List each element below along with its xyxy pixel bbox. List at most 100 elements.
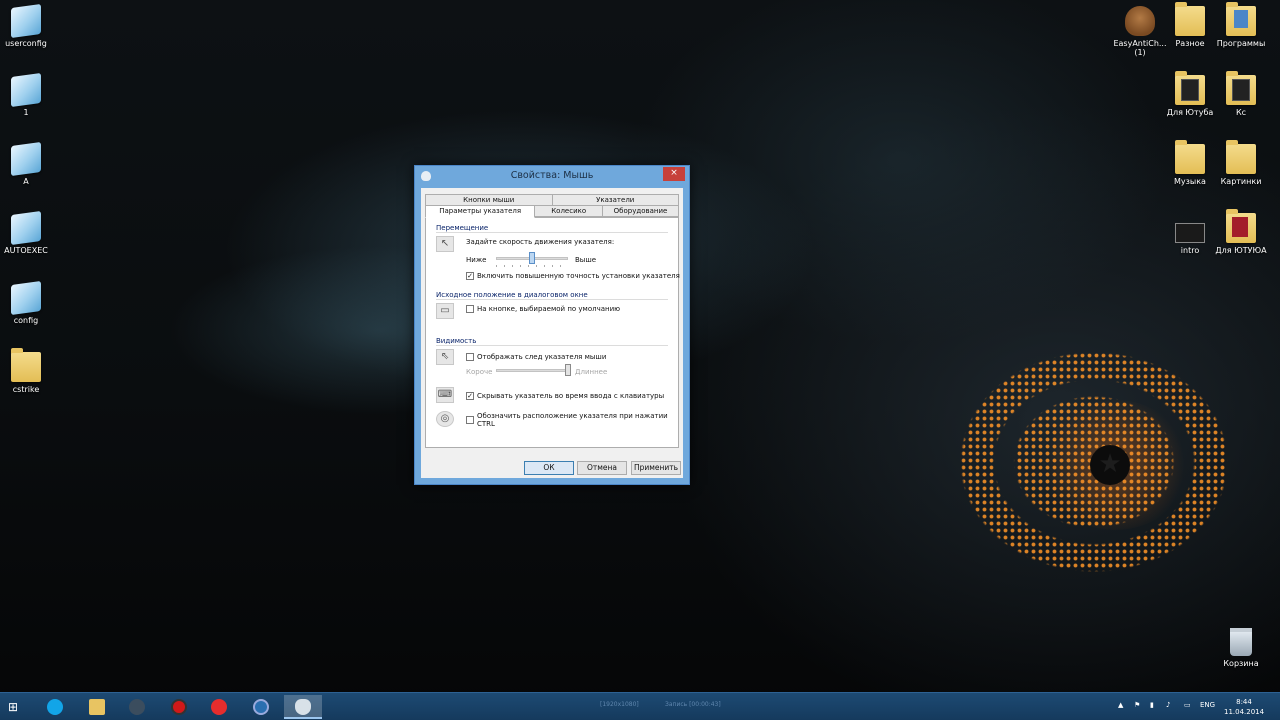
desktop-icon-autoexec[interactable]: AUTOEXEC (0, 210, 58, 255)
trail-length-track[interactable] (496, 369, 568, 372)
yandex-browser-taskbar-button[interactable] (200, 695, 238, 719)
ok-button[interactable]: ОК (524, 461, 574, 475)
desktop-icon-label: Программы (1216, 39, 1266, 48)
clock-time: 8:44 (1236, 698, 1252, 706)
desktop-icon-config[interactable]: config (0, 280, 58, 325)
show-location-ctrl-label-line1: Обозначить расположение указателя при на… (477, 412, 668, 420)
explorer-taskbar-button[interactable] (78, 695, 116, 719)
desktop-icon-kartinki[interactable]: Картинки (1209, 140, 1273, 186)
file-icon (11, 280, 41, 316)
close-button[interactable]: × (663, 167, 685, 181)
tab-row-front: Параметры указателя Колесико Оборудовани… (425, 205, 679, 218)
dialog-client-area: Кнопки мыши Указатели Параметры указател… (421, 188, 683, 478)
tab-page-pointer-options: Перемещение ↖ Задайте скорость движения … (425, 217, 680, 448)
divider (436, 345, 668, 346)
snap-to-default-checkbox[interactable] (466, 305, 474, 313)
tray-battery-icon[interactable]: ▭ (1184, 701, 1191, 709)
folder-icon (1226, 2, 1256, 36)
pointer-speed-slider-thumb[interactable] (529, 252, 535, 264)
tray-overflow-icon[interactable]: ▲ (1118, 701, 1123, 709)
desktop-icon-dlya-yutuya[interactable]: Для ЮТУЮА (1209, 209, 1273, 255)
desktop-icon-userconfig[interactable]: userconfig (0, 3, 58, 48)
desktop-icon-a[interactable]: A (0, 141, 58, 186)
file-icon (11, 3, 41, 39)
enhance-precision-label: Включить повышенную точность установки у… (477, 272, 680, 280)
ctrl-locate-icon: ◎ (436, 411, 454, 427)
hide-pointer-icon: ⌨ (436, 387, 454, 403)
app-taskbar-button[interactable] (242, 695, 280, 719)
windows-start-icon[interactable]: ⊞ (8, 700, 18, 714)
mouse-properties-taskbar-button[interactable] (284, 695, 322, 719)
group-title-snap-to: Исходное положение в диалоговом окне (436, 291, 588, 299)
trails-long-label: Длиннее (575, 368, 608, 376)
language-indicator[interactable]: ENG (1200, 701, 1215, 709)
recording-timer: Запись [00:00:43] (665, 701, 721, 708)
steam-taskbar-button[interactable] (118, 695, 156, 719)
speed-fast-label: Выше (575, 256, 597, 264)
dialog-title: Свойства: Мышь (510, 170, 594, 181)
pointer-trails-icon: ⇖ (436, 349, 454, 365)
clock[interactable]: 8:44 11.04.2014 (1224, 697, 1264, 717)
snap-to-icon: ▭ (436, 303, 454, 319)
apply-button[interactable]: Применить (631, 461, 681, 475)
tray-flag-icon[interactable]: ⚑ (1134, 701, 1140, 709)
tab-hardware[interactable]: Оборудование (603, 205, 679, 217)
pointer-trails-checkbox[interactable] (466, 353, 474, 361)
tab-wheel[interactable]: Колесико (535, 205, 603, 217)
group-title-visibility: Видимость (436, 337, 477, 345)
skype-taskbar-button[interactable] (36, 695, 74, 719)
hide-pointer-typing-checkbox[interactable]: ✓ (466, 392, 474, 400)
recorder-taskbar-button[interactable] (160, 695, 198, 719)
show-location-ctrl-label-line2: CTRL (477, 420, 495, 428)
mouse-properties-dialog: Свойства: Мышь × Кнопки мыши Указатели П… (414, 165, 690, 485)
trail-length-slider-thumb[interactable] (565, 364, 571, 376)
file-icon (11, 210, 41, 246)
mouse-icon (295, 698, 311, 715)
divider (436, 299, 668, 300)
desktop-icon-label: Картинки (1220, 177, 1262, 186)
desktop-icon-recycle-bin[interactable]: Корзина (1209, 628, 1273, 668)
folder-icon (89, 698, 105, 715)
desktop-icon-label: config (13, 316, 39, 325)
desktop-icon-ks[interactable]: Кс (1209, 71, 1273, 117)
tray-network-icon[interactable]: ▮ (1150, 701, 1154, 709)
title-bar[interactable]: Свойства: Мышь × (415, 166, 689, 186)
skype-icon (47, 698, 63, 715)
divider (436, 232, 668, 233)
tray-volume-icon[interactable]: ♪ (1166, 701, 1170, 709)
desktop-icon-programmy[interactable]: Программы (1209, 2, 1273, 48)
pointer-trails-label: Отображать след указателя мыши (477, 353, 607, 361)
steelseries-star-icon: ★ (1090, 445, 1130, 485)
folder-icon (1175, 71, 1205, 105)
desktop-icon-label: AUTOEXEC (4, 246, 48, 255)
trails-short-label: Короче (466, 368, 493, 376)
clock-date: 11.04.2014 (1224, 708, 1265, 716)
snap-to-default-label: На кнопке, выбираемой по умолчанию (477, 305, 621, 313)
file-icon (11, 72, 41, 108)
recycle-bin-icon (1230, 628, 1252, 656)
taskbar: ⊞ [1920x1080] Запись [00:00:43] ▲ ⚑ ▮ ♪ … (0, 692, 1280, 720)
desktop-icon-label: A (23, 177, 29, 186)
folder-icon (1226, 71, 1256, 105)
desktop-icon-label: 1 (23, 108, 29, 117)
yandex-icon (211, 698, 227, 715)
enhance-precision-checkbox[interactable]: ✓ (466, 272, 474, 280)
folder-icon (1175, 140, 1205, 174)
globe-icon (253, 698, 269, 715)
tab-pointer-options[interactable]: Параметры указателя (425, 205, 536, 218)
steam-icon (129, 698, 145, 715)
desktop-icon-cstrike[interactable]: cstrike (0, 348, 58, 394)
pointer-speed-prompt: Задайте скорость движения указателя: (466, 238, 615, 246)
slider-ticks (496, 265, 568, 267)
desktop-icon-label: userconfig (5, 39, 47, 48)
desktop-icon-1[interactable]: 1 (0, 72, 58, 117)
folder-icon (11, 348, 41, 382)
show-location-ctrl-checkbox[interactable] (466, 416, 474, 424)
desktop-icon-label: Для ЮТУЮА (1215, 246, 1267, 255)
hide-pointer-typing-label: Скрывать указатель во время ввода с клав… (477, 392, 665, 400)
desktop-icon-label: Кс (1235, 108, 1247, 117)
desktop-icon-label: Корзина (1223, 659, 1259, 668)
teddy-bear-icon (1125, 6, 1155, 36)
folder-icon (1175, 2, 1205, 36)
cancel-button[interactable]: Отмена (577, 461, 627, 475)
